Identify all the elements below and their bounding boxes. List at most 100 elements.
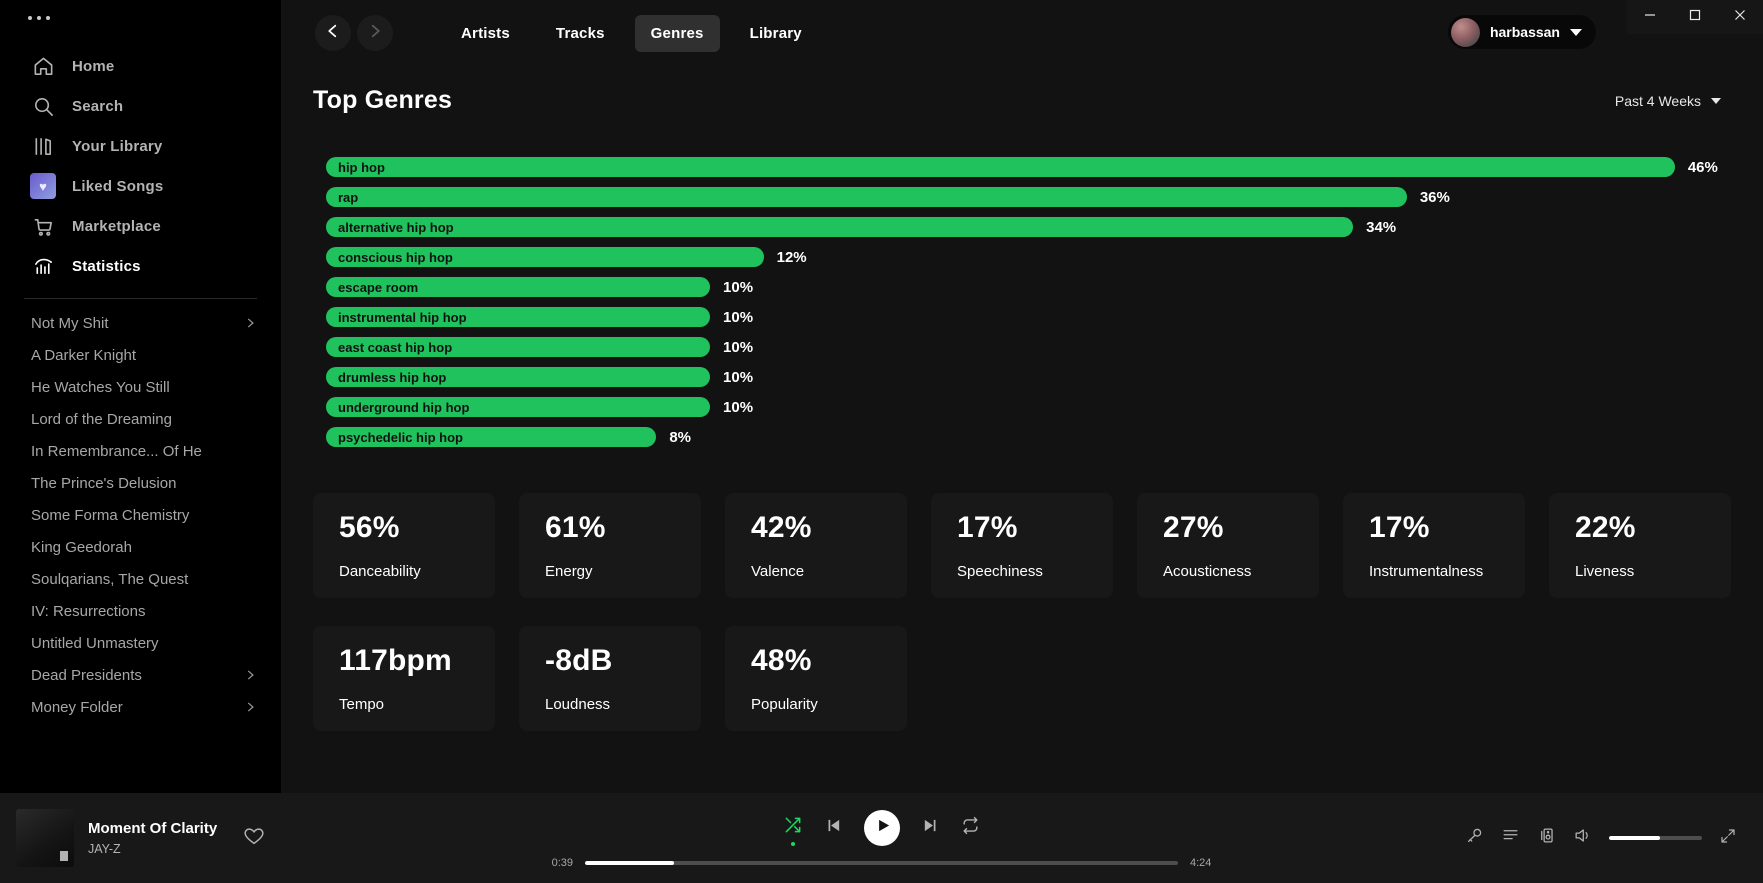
genre-bar-row: underground hip hop 10% <box>326 397 1721 417</box>
chevron-down-icon <box>1570 29 1582 36</box>
genre-bar-row: alternative hip hop 34% <box>326 217 1721 237</box>
user-menu[interactable]: harbassan <box>1448 15 1596 49</box>
stat-value: 61% <box>545 511 701 545</box>
genre-bar-value: 10% <box>723 369 753 386</box>
lyrics-button[interactable] <box>1465 826 1484 850</box>
sidebar-item-liked-songs[interactable]: ♥ Liked Songs <box>0 166 281 206</box>
sidebar-item-statistics[interactable]: Statistics <box>0 246 281 286</box>
playlist-item-not-my-shit[interactable]: Not My Shit <box>0 307 281 339</box>
sidebar-item-your-library[interactable]: Your Library <box>0 126 281 166</box>
track-title[interactable]: Moment Of Clarity <box>88 820 217 837</box>
playlist-item-iv-resurrections[interactable]: IV: Resurrections <box>0 595 281 627</box>
avatar <box>1451 18 1480 47</box>
player-right-controls <box>1220 826 1763 850</box>
genre-bar-value: 34% <box>1366 219 1396 236</box>
playlist-item-king-geedorah[interactable]: King Geedorah <box>0 531 281 563</box>
queue-button[interactable] <box>1501 826 1520 850</box>
previous-button[interactable] <box>825 817 842 839</box>
stat-card-instrumentalness: 17% Instrumentalness <box>1343 493 1525 598</box>
queue-icon <box>1501 826 1520 850</box>
playlist-item-dead-presidents[interactable]: Dead Presidents <box>0 659 281 691</box>
maximize-icon <box>1689 8 1701 26</box>
sidebar-item-home[interactable]: Home <box>0 46 281 86</box>
forward-button[interactable] <box>357 15 393 51</box>
sidebar-item-label: Statistics <box>72 258 141 275</box>
playlist-label: Some Forma Chemistry <box>31 507 189 524</box>
mute-button[interactable] <box>1573 826 1592 850</box>
genre-bar-drumless-hip-hop[interactable]: drumless hip hop <box>326 367 710 387</box>
sidebar-item-search[interactable]: Search <box>0 86 281 126</box>
device-icon <box>1537 826 1556 850</box>
maximize-button[interactable] <box>1672 0 1717 34</box>
track-artist[interactable]: JAY-Z <box>88 842 217 856</box>
sidebar: Home Search Your Library ♥ Liked Songs M… <box>0 0 281 793</box>
genre-bar-label: rap <box>338 190 358 205</box>
genre-bar-row: east coast hip hop 10% <box>326 337 1721 357</box>
repeat-icon <box>961 816 980 840</box>
playlist-item-untitled-unmastery[interactable]: Untitled Unmastery <box>0 627 281 659</box>
sidebar-item-label: Liked Songs <box>72 178 163 195</box>
tab-genres[interactable]: Genres <box>635 15 720 52</box>
playlist-item-some-forma-chemistry[interactable]: Some Forma Chemistry <box>0 499 281 531</box>
volume-slider[interactable] <box>1609 836 1702 840</box>
seek-fill <box>585 861 674 865</box>
genre-bar-underground-hip-hop[interactable]: underground hip hop <box>326 397 710 417</box>
seek-bar[interactable] <box>585 861 1178 865</box>
tab-tracks[interactable]: Tracks <box>540 15 621 52</box>
genre-bar-alternative-hip-hop[interactable]: alternative hip hop <box>326 217 1353 237</box>
genre-bar-east-coast-hip-hop[interactable]: east coast hip hop <box>326 337 710 357</box>
playlist-item-in-remembrance-of-he[interactable]: In Remembrance... Of He <box>0 435 281 467</box>
back-button[interactable] <box>315 15 351 51</box>
progress-row: 0:39 4:24 <box>543 857 1220 869</box>
genre-bar-conscious-hip-hop[interactable]: conscious hip hop <box>326 247 764 267</box>
playlist-item-a-darker-knight[interactable]: A Darker Knight <box>0 339 281 371</box>
genre-bar-value: 46% <box>1688 159 1718 176</box>
tab-library[interactable]: Library <box>734 15 818 52</box>
shuffle-button[interactable] <box>783 815 803 840</box>
genre-bar-row: instrumental hip hop 10% <box>326 307 1721 327</box>
playlist-item-the-prince-s-delusion[interactable]: The Prince's Delusion <box>0 467 281 499</box>
stat-value: 27% <box>1163 511 1319 545</box>
home-icon <box>30 53 56 79</box>
liked-songs-icon: ♥ <box>30 173 56 199</box>
app-menu-button[interactable] <box>28 16 281 20</box>
like-button[interactable] <box>243 825 265 852</box>
genre-bar-rap[interactable]: rap <box>326 187 1407 207</box>
close-button[interactable] <box>1718 0 1763 34</box>
library-icon <box>30 133 56 159</box>
genre-bar-value: 10% <box>723 309 753 326</box>
repeat-button[interactable] <box>961 816 980 840</box>
tab-artists[interactable]: Artists <box>445 15 526 52</box>
chevron-right-icon <box>366 22 384 45</box>
minimize-button[interactable] <box>1627 0 1672 34</box>
skip-forward-icon <box>922 817 939 839</box>
playlist-item-he-watches-you-still[interactable]: He Watches You Still <box>0 371 281 403</box>
cart-icon <box>30 213 56 239</box>
period-dropdown[interactable]: Past 4 Weeks <box>1615 93 1721 109</box>
chevron-right-icon <box>243 316 257 330</box>
play-button[interactable] <box>864 810 900 846</box>
fullscreen-button[interactable] <box>1719 827 1737 850</box>
heart-icon <box>243 825 265 852</box>
playlist-label: IV: Resurrections <box>31 603 146 620</box>
connect-device-button[interactable] <box>1537 826 1556 850</box>
playlist-item-lord-of-the-dreaming[interactable]: Lord of the Dreaming <box>0 403 281 435</box>
album-art[interactable] <box>16 809 74 867</box>
sidebar-item-marketplace[interactable]: Marketplace <box>0 206 281 246</box>
fullscreen-icon <box>1719 827 1737 850</box>
genre-bar-value: 10% <box>723 399 753 416</box>
user-name: harbassan <box>1490 24 1560 40</box>
stat-value: 117bpm <box>339 644 495 678</box>
next-button[interactable] <box>922 817 939 839</box>
main-content: Artists Tracks Genres Library harbassan Top… <box>281 0 1763 793</box>
playlist-item-soulqarians-the-quest[interactable]: Soulqarians, The Quest <box>0 563 281 595</box>
genre-bar-escape-room[interactable]: escape room <box>326 277 710 297</box>
genre-bar-label: escape room <box>338 280 418 295</box>
page-title: Top Genres <box>313 86 452 115</box>
genre-bar-value: 12% <box>777 249 807 266</box>
genre-bar-row: psychedelic hip hop 8% <box>326 427 1721 447</box>
genre-bar-hip-hop[interactable]: hip hop <box>326 157 1675 177</box>
genre-bar-instrumental-hip-hop[interactable]: instrumental hip hop <box>326 307 710 327</box>
genre-bar-psychedelic-hip-hop[interactable]: psychedelic hip hop <box>326 427 656 447</box>
playlist-item-money-folder[interactable]: Money Folder <box>0 691 281 723</box>
